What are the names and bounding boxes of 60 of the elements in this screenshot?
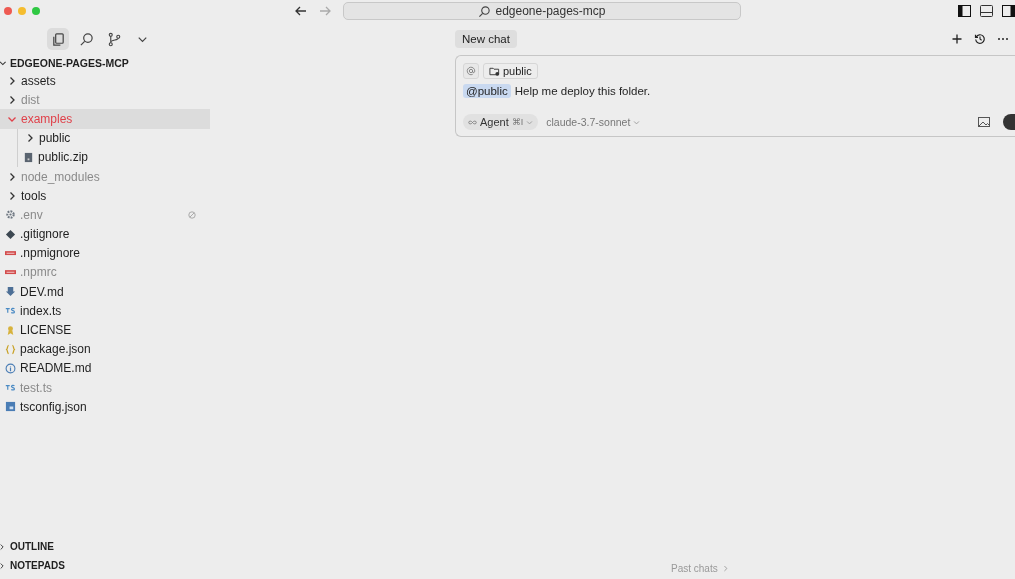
collapsed-panel-header[interactable]: NOTEPADS: [0, 556, 210, 575]
files-icon: [50, 31, 66, 47]
chat-tab[interactable]: New chat: [455, 30, 517, 48]
context-chip[interactable]: public: [483, 63, 538, 79]
folder-icon: [489, 65, 500, 77]
chevron-right-icon: [0, 560, 7, 571]
chat-input-box[interactable]: public @public Help me deploy this folder. Agent ⌘I claude-3.7-sonnet: [455, 55, 1015, 137]
braces-icon: [5, 343, 16, 355]
file-tree-item[interactable]: DEV.md: [0, 282, 210, 302]
diamond-icon: [5, 228, 16, 240]
chevron-right-icon: [721, 565, 729, 572]
mention-icon[interactable]: [463, 63, 479, 79]
chevron-right-icon: [7, 171, 17, 182]
ribbon-icon: [5, 324, 16, 336]
ts-icon: [5, 305, 16, 317]
chevron-right-icon: [25, 133, 35, 144]
close-button[interactable]: [4, 7, 12, 15]
chevron-right-icon: [7, 190, 17, 201]
search-icon: [478, 4, 492, 18]
zip-file-icon: [23, 151, 34, 163]
file-tree-item[interactable]: tools: [0, 186, 210, 206]
model-dropdown[interactable]: claude-3.7-sonnet: [546, 116, 641, 128]
collapsed-panel-header[interactable]: OUTLINE: [0, 537, 210, 556]
chevron-right-icon: [0, 541, 7, 552]
left-sidebar-toggle-icon[interactable]: [958, 5, 971, 17]
info-icon: [5, 362, 16, 374]
message-text: Help me deploy this folder.: [514, 85, 651, 97]
right-sidebar-toggle-icon[interactable]: [1002, 5, 1015, 17]
send-button[interactable]: [1003, 114, 1015, 130]
file-tree-item[interactable]: package.json: [0, 339, 210, 359]
window-title: edgeone-pages-mcp: [495, 4, 606, 18]
file-tree-item[interactable]: tsconfig.json: [0, 397, 210, 417]
explorer-tab[interactable]: [47, 28, 69, 50]
file-tree-item[interactable]: public: [18, 128, 210, 148]
search-icon: [78, 31, 94, 47]
history-icon[interactable]: [974, 33, 986, 45]
file-tree-item[interactable]: LICENSE: [0, 320, 210, 340]
download-arrow-icon: [5, 286, 16, 298]
image-icon[interactable]: [978, 117, 990, 127]
gear-icon: [5, 209, 16, 221]
explorer-root[interactable]: EDGEONE-PAGES-MCP: [0, 50, 210, 71]
plus-icon[interactable]: [951, 33, 963, 45]
mode-dropdown[interactable]: Agent ⌘I: [463, 114, 539, 130]
file-tree-item[interactable]: public.zip: [18, 147, 210, 167]
bottom-panel-toggle-icon[interactable]: [980, 5, 993, 17]
chevron-right-icon: [7, 94, 17, 105]
config-file-icon: [5, 401, 16, 413]
file-tree-item[interactable]: assets: [0, 71, 210, 91]
file-tree-item[interactable]: .npmignore: [0, 243, 210, 263]
file-tree-item[interactable]: README.md: [0, 358, 210, 378]
mention-tag: @public: [463, 84, 511, 98]
chevron-right-icon: [7, 75, 17, 86]
back-arrow-icon[interactable]: [294, 4, 308, 18]
branch-icon: [106, 31, 122, 47]
ts-icon: [5, 382, 16, 394]
chevron-down-icon: [633, 118, 641, 126]
file-tree-item[interactable]: .gitignore: [0, 224, 210, 244]
file-tree-item[interactable]: index.ts: [0, 301, 210, 321]
command-center[interactable]: edgeone-pages-mcp: [343, 2, 741, 20]
chevron-down-icon: [526, 118, 534, 126]
